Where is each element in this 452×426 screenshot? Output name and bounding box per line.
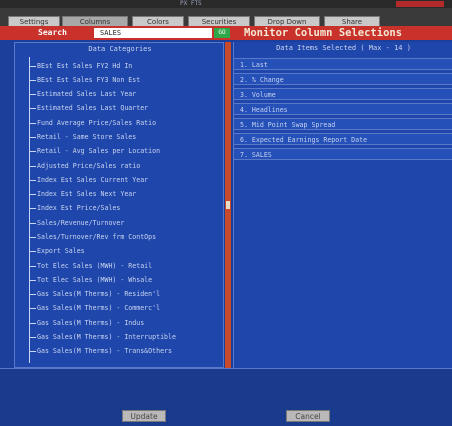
tree-branch bbox=[29, 308, 36, 309]
tree-connector bbox=[29, 57, 30, 363]
category-item[interactable]: Estimated Sales Last Quarter bbox=[37, 104, 223, 113]
data-items-selected-header: Data Items Selected ( Max - 14 ) bbox=[276, 44, 411, 52]
tree-branch bbox=[29, 351, 36, 352]
category-item[interactable]: Index Est Sales Current Year bbox=[37, 176, 223, 185]
cancel-button[interactable]: Cancel bbox=[286, 410, 330, 422]
tree-branch bbox=[29, 137, 36, 138]
selected-item[interactable]: 6. Expected Earnings Report Date bbox=[234, 133, 452, 145]
category-item[interactable]: Sales/Turnover/Rev frm ContOps bbox=[37, 233, 223, 242]
category-item[interactable]: Gas Sales(M Therms) - Commerc'l bbox=[37, 304, 223, 313]
tree-branch bbox=[29, 66, 36, 67]
category-item[interactable]: Index Est Sales Next Year bbox=[37, 190, 223, 199]
footer-bar bbox=[0, 368, 452, 426]
tree-branch bbox=[29, 208, 36, 209]
tab-colors[interactable]: Colors bbox=[132, 16, 184, 26]
go-button[interactable]: GO bbox=[214, 28, 230, 38]
category-item[interactable]: Gas Sales(M Therms) - Indus bbox=[37, 319, 223, 328]
window-title: PX FTS bbox=[180, 0, 202, 7]
search-input[interactable] bbox=[94, 28, 212, 38]
tab-bar: Settings Columns Colors Securities Drop … bbox=[0, 8, 452, 26]
tree-branch bbox=[29, 294, 36, 295]
tree-branch bbox=[29, 337, 36, 338]
tree-branch bbox=[29, 237, 36, 238]
tab-settings[interactable]: Settings bbox=[8, 16, 60, 26]
tree-branch bbox=[29, 223, 36, 224]
window-controls[interactable] bbox=[396, 1, 444, 7]
title-bar: PX FTS bbox=[0, 0, 452, 8]
category-item[interactable]: BEst Est Sales FY2 Hd In bbox=[37, 62, 223, 71]
category-item[interactable]: Fund Average Price/Sales Ratio bbox=[37, 119, 223, 128]
search-label: Search bbox=[38, 28, 67, 37]
tree-branch bbox=[29, 194, 36, 195]
tree-branch bbox=[29, 123, 36, 124]
selected-item[interactable]: 2. % Change bbox=[234, 73, 452, 85]
category-item[interactable]: Gas Sales(M Therms) - Residen'l bbox=[37, 290, 223, 299]
tab-columns[interactable]: Columns bbox=[62, 16, 128, 26]
tree-branch bbox=[29, 266, 36, 267]
tree-branch bbox=[29, 80, 36, 81]
tree-branch bbox=[29, 94, 36, 95]
category-item[interactable]: Index Est Price/Sales bbox=[37, 204, 223, 213]
category-item[interactable]: Tot Elec Sales (MWH) - Retail bbox=[37, 262, 223, 271]
data-categories-panel: Data Categories BEst Est Sales FY2 Hd In… bbox=[14, 42, 224, 368]
tree-branch bbox=[29, 108, 36, 109]
tab-drop-down[interactable]: Drop Down bbox=[254, 16, 320, 26]
tab-securities[interactable]: Securities bbox=[188, 16, 250, 26]
data-items-selected-panel: Data Items Selected ( Max - 14 ) 1. Last… bbox=[233, 42, 452, 368]
category-item[interactable]: Retail - Avg Sales per Location bbox=[37, 147, 223, 156]
category-item[interactable]: Sales/Revenue/Turnover bbox=[37, 219, 223, 228]
selected-item[interactable]: 3. Volume bbox=[234, 88, 452, 100]
category-item[interactable]: Retail - Same Store Sales bbox=[37, 133, 223, 142]
category-item[interactable]: Tot Elec Sales (MWH) - Whsale bbox=[37, 276, 223, 285]
selected-item[interactable]: 1. Last bbox=[234, 58, 452, 70]
category-item[interactable]: BEst Est Sales FY3 Non Est bbox=[37, 76, 223, 85]
selected-item[interactable]: 5. Mid Point Swap Spread bbox=[234, 118, 452, 130]
data-categories-header: Data Categories bbox=[88, 45, 152, 53]
tree-branch bbox=[29, 251, 36, 252]
tab-share[interactable]: Share bbox=[324, 16, 380, 26]
app-window: PX FTS Settings Columns Colors Securitie… bbox=[0, 0, 452, 426]
selected-item[interactable]: 4. Headlines bbox=[234, 103, 452, 115]
update-button[interactable]: Update bbox=[122, 410, 166, 422]
tree-branch bbox=[29, 280, 36, 281]
tree-branch bbox=[29, 323, 36, 324]
tree-branch bbox=[29, 166, 36, 167]
category-item[interactable]: Adjusted Price/Sales ratio bbox=[37, 162, 223, 171]
category-item[interactable]: Gas Sales(M Therms) - Interruptible bbox=[37, 333, 223, 342]
selected-item[interactable]: 7. SALES bbox=[234, 148, 452, 160]
category-item[interactable]: Gas Sales(M Therms) - Trans&Others bbox=[37, 347, 223, 356]
splitter-handle[interactable] bbox=[226, 201, 230, 209]
category-item[interactable]: Estimated Sales Last Year bbox=[37, 90, 223, 99]
page-title: Monitor Column Selections bbox=[244, 27, 403, 39]
category-item[interactable]: Export Sales bbox=[37, 247, 223, 256]
tree-branch bbox=[29, 180, 36, 181]
search-bar: Search GO Monitor Column Selections bbox=[0, 26, 452, 40]
tree-branch bbox=[29, 151, 36, 152]
